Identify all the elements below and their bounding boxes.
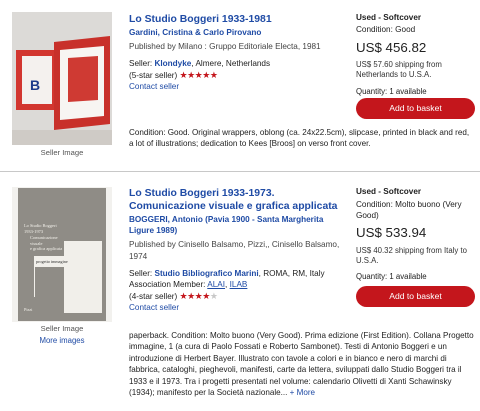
quantity-available: Quantity: 1 available	[356, 86, 427, 96]
seller-location: , Almere, Netherlands	[191, 59, 271, 68]
seller-image-label: Seller Image	[40, 324, 84, 333]
price: US$ 456.82	[356, 39, 427, 55]
seller-prefix: Seller:	[129, 269, 155, 278]
star-icon: ★	[179, 291, 188, 301]
binding-type: Used - Softcover	[356, 13, 422, 22]
star-icon: ★	[187, 70, 195, 80]
search-result-2: Lo Studio Boggeri 1933-1973 Comunicazion…	[0, 174, 480, 411]
seller-info: Seller: Klondyke, Almere, Netherlands	[129, 59, 347, 70]
publisher-info: Published by Cinisello Balsamo, Pizzi,, …	[129, 240, 340, 261]
seller-prefix: Seller:	[129, 59, 155, 68]
result-divider	[0, 171, 480, 172]
cover-title: Lo Studio Boggeri 1933-1973	[24, 223, 57, 234]
rating-text: (5-star seller)	[129, 71, 178, 80]
binding-type: Used - Softcover	[356, 187, 422, 196]
quantity-available: Quantity: 1 available	[356, 272, 427, 282]
ilab-link[interactable]: ILAB	[230, 280, 248, 289]
star-rating-icons: ★★★★★	[180, 291, 218, 301]
contact-seller-link[interactable]: Contact seller	[129, 303, 179, 314]
svg-text:B: B	[30, 77, 40, 93]
star-rating-icons: ★★★★★	[180, 70, 218, 80]
star-icon: ★	[202, 291, 210, 301]
more-images-link[interactable]: More images	[12, 336, 112, 346]
star-icon: ★	[202, 70, 210, 80]
search-result-1: B Seller Image Lo Studio Boggeri 1933-19…	[0, 0, 480, 170]
seller-image-label: Seller Image	[40, 148, 84, 157]
book-title-link[interactable]: Lo Studio Boggeri 1933-1981	[129, 13, 347, 26]
book-cover-image[interactable]: B	[12, 12, 112, 145]
rating-text: (4-star seller)	[129, 292, 178, 301]
purchase-panel: Used - Softcover Condition: Good US$ 456…	[356, 13, 476, 97]
purchase-panel: Used - Softcover Condition: Molto buono …	[356, 187, 476, 283]
seller-rating: (5-star seller) ★★★★★	[129, 70, 347, 82]
star-icon: ★	[187, 291, 195, 301]
item-description: paperback. Condition: Molto buono (Very …	[129, 330, 474, 399]
association-membership: Association Member: ALAI, ILAB	[129, 280, 347, 291]
add-to-basket-button[interactable]: Add to basket	[356, 286, 475, 307]
more-description-link[interactable]: + More	[290, 388, 315, 397]
star-icon: ★	[209, 70, 218, 80]
book-title-link[interactable]: Lo Studio Boggeri 1933-1973. Comunicazio…	[129, 187, 347, 214]
cover-panel	[64, 241, 102, 313]
condition-label: Condition: Good	[356, 24, 416, 34]
author-name: BOGGERI, Antonio (Pavia 1900 - Santa Mar…	[129, 215, 324, 236]
alai-link[interactable]: ALAI	[207, 280, 225, 289]
star-icon: ★	[179, 70, 188, 80]
publisher-info: Published by Milano : Gruppo Editoriale …	[129, 42, 321, 51]
cover-series-label: progetto immagine	[34, 256, 86, 267]
book-cover-image[interactable]: Lo Studio Boggeri 1933-1973 Comunicazion…	[12, 187, 112, 322]
seller-name-link[interactable]: Klondyke	[154, 59, 191, 68]
seller-rating: (4-star seller) ★★★★★	[129, 291, 347, 303]
shipping-cost[interactable]: US$ 57.60 shipping from Netherlands to U…	[356, 60, 476, 81]
author-name: Gardini, Cristina & Carlo Pirovano	[129, 28, 262, 37]
item-description: Condition: Good. Original wrappers, oblo…	[129, 128, 470, 149]
condition-label: Condition: Molto buono (Very Good)	[356, 199, 462, 220]
seller-info: Seller: Studio Bibliografico Marini, ROM…	[129, 269, 347, 280]
association-prefix: Association Member:	[129, 280, 208, 289]
star-empty-icon: ★	[209, 291, 218, 301]
seller-location: , ROMA, RM, Italy	[258, 269, 325, 278]
cover-text: Lo Studio Boggeri 1933-1973	[24, 223, 58, 234]
add-to-basket-button[interactable]: Add to basket	[356, 98, 475, 119]
seller-name-link[interactable]: Studio Bibliografico Marini	[154, 269, 258, 278]
price: US$ 533.94	[356, 224, 427, 240]
cover-publisher: Pizzi	[24, 307, 33, 312]
shipping-cost[interactable]: US$ 40.32 shipping from Italy to U.S.A.	[356, 246, 476, 268]
contact-seller-link[interactable]: Contact seller	[129, 82, 179, 93]
